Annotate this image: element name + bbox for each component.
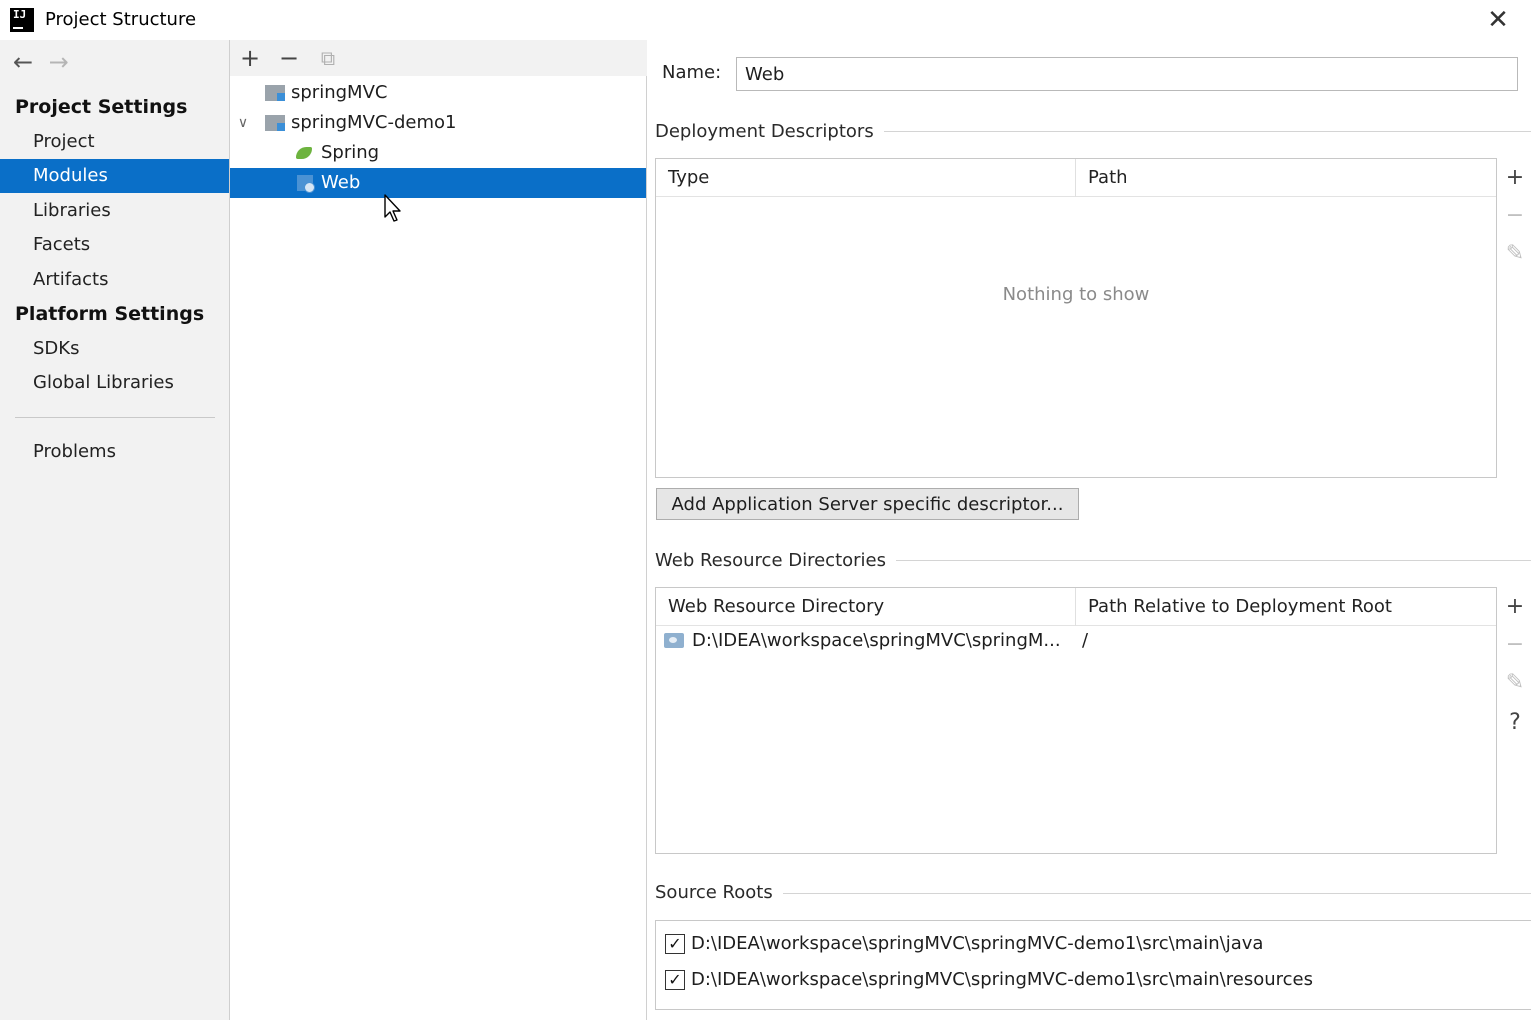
column-header-web-resource-directory[interactable]: Web Resource Directory [656, 588, 884, 626]
add-descriptor-button[interactable]: + [1498, 160, 1531, 196]
platform-settings-heading: Platform Settings [15, 303, 205, 325]
source-root-path: D:\IDEA\workspace\springMVC\springMVC-de… [691, 933, 1264, 954]
tree-node-label: springMVC [291, 82, 388, 103]
mouse-cursor-icon [384, 194, 401, 222]
edit-descriptor-pencil-icon[interactable]: ✎ [1498, 236, 1531, 272]
window-title: Project Structure [45, 9, 197, 30]
module-icon [265, 85, 285, 101]
descriptors-side-toolbar: + − ✎ [1498, 158, 1531, 478]
column-header-type[interactable]: Type [656, 159, 709, 197]
web-facet-settings: Name: Deployment Descriptors Type Path N… [648, 40, 1531, 1020]
copy-module-button[interactable]: ⧉ [314, 44, 342, 72]
add-server-descriptor-button[interactable]: Add Application Server specific descript… [656, 488, 1079, 520]
name-label: Name: [662, 62, 722, 83]
intellij-app-icon: IJ [10, 8, 34, 32]
table-row[interactable]: D:\IDEA\workspace\springMVC\springM... / [656, 626, 1496, 656]
spring-leaf-icon [294, 145, 314, 161]
add-module-button[interactable]: + [236, 44, 264, 72]
title-bar: IJ Project Structure ✕ [0, 0, 1531, 40]
sidebar-divider [15, 417, 215, 418]
tree-node-label: Spring [321, 142, 380, 163]
chevron-down-icon[interactable]: ∨ [235, 108, 251, 138]
source-root-path: D:\IDEA\workspace\springMVC\springMVC-de… [691, 969, 1313, 990]
sidebar-item-artifacts[interactable]: Artifacts [0, 263, 229, 297]
web-folder-icon [664, 633, 684, 648]
table-header: Web Resource Directory Path Relative to … [656, 588, 1496, 626]
sidebar-item-libraries[interactable]: Libraries [0, 194, 229, 228]
source-root-checkbox[interactable]: ✓ [665, 970, 685, 990]
table-header: Type Path [656, 159, 1496, 197]
group-divider [783, 893, 1531, 894]
relative-path-cell: / [1082, 630, 1089, 651]
tree-node-springmvc[interactable]: springMVC [230, 78, 646, 108]
web-facet-icon [297, 175, 315, 193]
tree-toolbar: + − ⧉ [230, 40, 647, 76]
remove-web-resource-button[interactable]: − [1498, 627, 1531, 663]
deployment-descriptors-table: Type Path Nothing to show [655, 158, 1497, 478]
source-roots-list: ✓ D:\IDEA\workspace\springMVC\springMVC-… [655, 920, 1531, 1010]
nav-arrows: ← → [8, 48, 74, 76]
web-resource-directory-cell: D:\IDEA\workspace\springMVC\springM... [692, 630, 1061, 651]
help-question-icon[interactable]: ? [1498, 705, 1531, 741]
remove-module-button[interactable]: − [275, 44, 303, 72]
sidebar-item-modules[interactable]: Modules [0, 159, 229, 193]
web-resource-directories-table: Web Resource Directory Path Relative to … [655, 587, 1497, 854]
source-roots-title: Source Roots [655, 882, 783, 903]
edit-web-resource-pencil-icon[interactable]: ✎ [1498, 665, 1531, 701]
sidebar-item-global-libraries[interactable]: Global Libraries [0, 366, 229, 400]
empty-state-text: Nothing to show [1002, 284, 1150, 305]
remove-descriptor-button[interactable]: − [1498, 198, 1531, 234]
project-structure-dialog: IJ Project Structure ✕ ← → Project Setti… [0, 0, 1531, 1020]
module-icon [265, 115, 285, 131]
close-button[interactable]: ✕ [1480, 5, 1516, 35]
column-header-path[interactable]: Path [1076, 159, 1128, 197]
sidebar-item-problems[interactable]: Problems [0, 435, 229, 469]
web-resources-side-toolbar: + − ✎ ? [1498, 587, 1531, 854]
tree-node-label: springMVC-demo1 [291, 112, 457, 133]
source-root-checkbox[interactable]: ✓ [665, 934, 685, 954]
group-divider [888, 560, 1531, 561]
name-input[interactable] [736, 57, 1518, 91]
tree-node-springmvc-demo1[interactable]: ∨ springMVC-demo1 [230, 108, 646, 138]
add-web-resource-button[interactable]: + [1498, 589, 1531, 625]
group-divider [873, 131, 1531, 132]
project-settings-heading: Project Settings [15, 96, 188, 118]
settings-sidebar: ← → Project Settings Project Modules Lib… [0, 40, 230, 1020]
tree-node-web[interactable]: Web [230, 168, 646, 198]
sidebar-item-sdks[interactable]: SDKs [0, 332, 229, 366]
sidebar-item-project[interactable]: Project [0, 125, 229, 159]
tree-node-spring[interactable]: Spring [230, 138, 646, 168]
back-arrow-icon[interactable]: ← [8, 48, 38, 76]
module-tree-panel: + − ⧉ springMVC ∨ springMVC-demo1 Spring… [230, 40, 647, 1020]
deployment-descriptors-title: Deployment Descriptors [655, 121, 884, 142]
tree-node-label: Web [321, 172, 361, 193]
column-header-relative-path[interactable]: Path Relative to Deployment Root [1076, 588, 1392, 626]
web-resource-directories-title: Web Resource Directories [655, 550, 896, 571]
forward-arrow-icon[interactable]: → [44, 48, 74, 76]
sidebar-item-facets[interactable]: Facets [0, 228, 229, 262]
